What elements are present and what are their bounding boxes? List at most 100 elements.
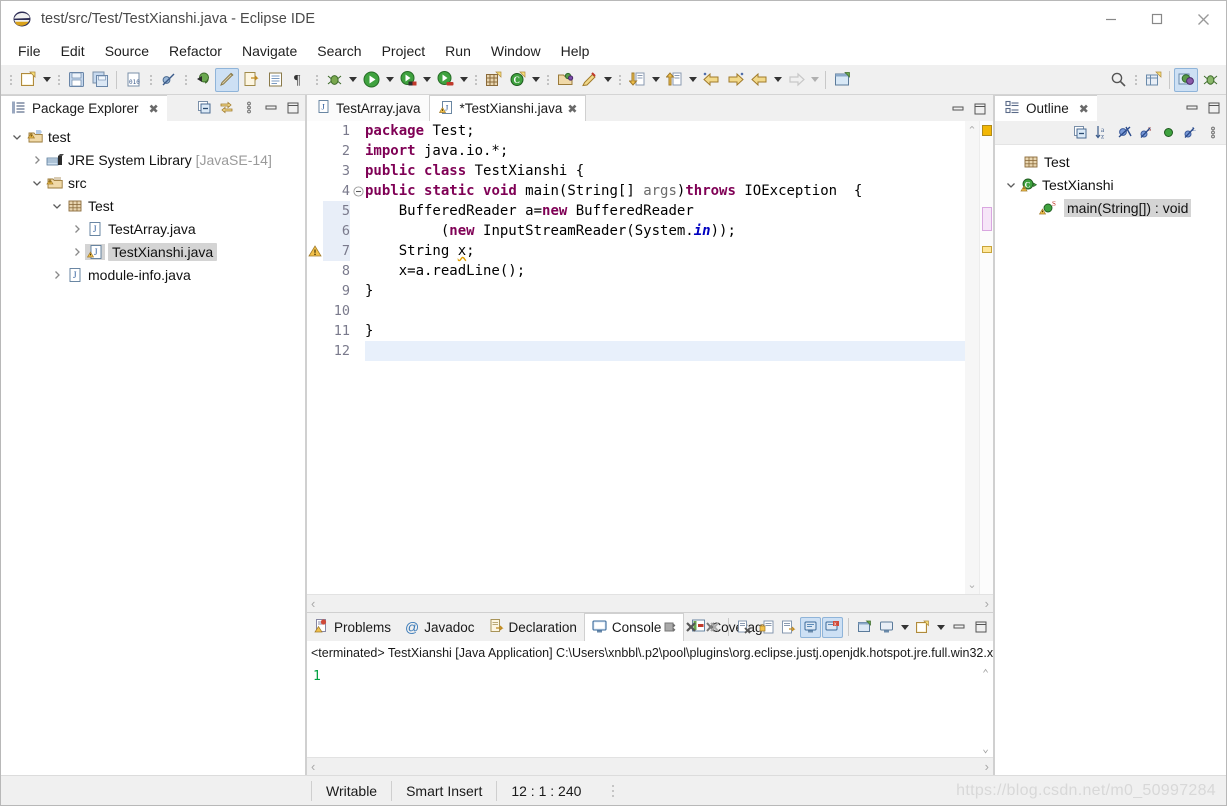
close-icon[interactable]: ✖ xyxy=(1079,102,1089,116)
debug-dropdown-arrow[interactable] xyxy=(346,68,359,92)
overview-task-marker[interactable] xyxy=(982,246,992,253)
quick-fix-dropdown-arrow[interactable] xyxy=(601,68,614,92)
menu-refactor[interactable]: Refactor xyxy=(160,40,231,62)
terminate-icon[interactable] xyxy=(658,617,679,638)
last-edit-location-icon[interactable] xyxy=(747,68,771,92)
minimize-icon[interactable] xyxy=(260,97,281,118)
forward-history-icon[interactable] xyxy=(784,68,808,92)
maximize-icon[interactable] xyxy=(1203,97,1224,118)
menu-source[interactable]: Source xyxy=(96,40,158,62)
source-code[interactable]: package Test; import java.io.*; public c… xyxy=(365,121,965,594)
close-icon[interactable]: ✖ xyxy=(567,102,577,116)
hscroll-right-arrow[interactable]: › xyxy=(985,759,989,774)
next-annotation-dropdown-arrow[interactable] xyxy=(686,68,699,92)
menu-navigate[interactable]: Navigate xyxy=(233,40,306,62)
chevron-down-icon[interactable] xyxy=(9,132,25,142)
warning-marker-line-7[interactable] xyxy=(307,241,323,261)
overview-warning-marker[interactable] xyxy=(982,125,992,136)
previous-annotation-icon[interactable] xyxy=(625,68,649,92)
sort-icon[interactable]: az xyxy=(1092,122,1113,143)
menu-run[interactable]: Run xyxy=(436,40,480,62)
maximize-icon[interactable] xyxy=(282,97,303,118)
maximize-icon[interactable] xyxy=(970,617,991,638)
hide-nonpublic-icon[interactable] xyxy=(1158,122,1179,143)
maximize-button[interactable] xyxy=(1134,1,1180,37)
next-annotation-icon[interactable] xyxy=(662,68,686,92)
forward-icon[interactable] xyxy=(723,68,747,92)
new-class-dropdown-arrow[interactable] xyxy=(529,68,542,92)
open-console-dropdown-arrow[interactable] xyxy=(934,615,947,639)
scroll-up-arrow[interactable]: ⌃ xyxy=(967,124,976,137)
editor-text-area[interactable]: 1 2 3 4 5 6 7 8 9 10 11 12 package Test;… xyxy=(307,121,993,594)
word-wrap-icon[interactable] xyxy=(778,617,799,638)
new-dropdown-arrow[interactable] xyxy=(40,68,53,92)
menu-search[interactable]: Search xyxy=(308,40,370,62)
console-vertical-scrollbar[interactable]: ⌃ ⌄ xyxy=(978,665,993,757)
new-window-icon[interactable] xyxy=(830,68,854,92)
fold-marker-line-4[interactable] xyxy=(353,181,365,201)
tree-item-test[interactable]: test xyxy=(1,125,305,148)
menu-window[interactable]: Window xyxy=(482,40,550,62)
java-editor-icon[interactable] xyxy=(215,67,239,92)
view-menu-icon[interactable] xyxy=(238,97,259,118)
tree-item-testxianshi-java[interactable]: J TestXianshi.java xyxy=(1,240,305,263)
menu-project[interactable]: Project xyxy=(373,40,435,62)
forward-history-dropdown-arrow[interactable] xyxy=(808,68,821,92)
last-edit-dropdown-arrow[interactable] xyxy=(771,68,784,92)
hscroll-left-arrow[interactable]: ‹ xyxy=(311,759,315,774)
console-output[interactable]: 1 ⌃ ⌄ xyxy=(307,665,993,757)
open-type-icon[interactable] xyxy=(239,68,263,92)
display-console-icon[interactable] xyxy=(876,617,897,638)
hide-local-types-icon[interactable]: L xyxy=(1180,122,1201,143)
folding-ruler[interactable] xyxy=(353,121,365,594)
minimize-icon[interactable] xyxy=(1181,97,1202,118)
scroll-down-arrow[interactable]: ⌄ xyxy=(982,742,989,755)
open-perspective-icon[interactable] xyxy=(1141,68,1165,92)
quick-fix-icon[interactable] xyxy=(577,68,601,92)
close-button[interactable] xyxy=(1180,1,1226,37)
tab-declaration[interactable]: Declaration xyxy=(482,613,584,641)
open-console-icon[interactable] xyxy=(854,617,875,638)
link-with-editor-icon[interactable] xyxy=(216,97,237,118)
status-bar-drag-handle[interactable] xyxy=(609,781,617,801)
scroll-up-arrow[interactable]: ⌃ xyxy=(982,667,989,680)
run-dropdown-arrow[interactable] xyxy=(383,68,396,92)
tab-outline[interactable]: Outline ✖ xyxy=(995,95,1097,121)
new-wizard-icon[interactable] xyxy=(16,68,40,92)
outline-item-main-method[interactable]: S main(String[]) : void xyxy=(995,196,1226,219)
menu-edit[interactable]: Edit xyxy=(52,40,94,62)
debug-last-icon[interactable] xyxy=(191,68,215,92)
previous-annotation-dropdown-arrow[interactable] xyxy=(649,68,662,92)
new-java-project-icon[interactable] xyxy=(481,68,505,92)
remove-launch-icon[interactable] xyxy=(680,617,701,638)
editor-tab-testarray[interactable]: J TestArray.java xyxy=(307,95,429,121)
tree-item-src[interactable]: src xyxy=(1,171,305,194)
chevron-right-icon[interactable] xyxy=(69,247,85,257)
java-perspective-icon[interactable] xyxy=(1174,67,1198,92)
chevron-right-icon[interactable] xyxy=(29,155,45,165)
marker-ruler[interactable] xyxy=(307,121,323,594)
outline-item-testxianshi[interactable]: C TestXianshi xyxy=(995,173,1226,196)
chevron-right-icon[interactable] xyxy=(49,270,65,280)
outline-item-test[interactable]: Test xyxy=(995,150,1226,173)
display-selected-console-icon[interactable]: x xyxy=(822,616,843,638)
chevron-down-icon[interactable] xyxy=(49,201,65,211)
editor-tab-testxianshi[interactable]: J *TestXianshi.java ✖ xyxy=(428,95,587,121)
minimize-icon[interactable] xyxy=(948,617,969,638)
tab-problems[interactable]: Problems xyxy=(307,613,398,641)
clear-console-icon[interactable] xyxy=(734,617,755,638)
coverage-icon[interactable] xyxy=(396,68,420,92)
hide-static-icon[interactable]: S xyxy=(1136,122,1157,143)
tree-item-test-package[interactable]: Test xyxy=(1,194,305,217)
editor-overview-ruler[interactable] xyxy=(979,121,993,594)
back-icon[interactable] xyxy=(699,68,723,92)
tree-item-jre-system-library[interactable]: JRE System Library [JavaSE-14] xyxy=(1,148,305,171)
save-icon[interactable] xyxy=(64,68,88,92)
open-console-new-icon[interactable] xyxy=(912,617,933,638)
run-icon[interactable] xyxy=(359,68,383,92)
toggle-breakpoint-icon[interactable]: 010 xyxy=(121,68,145,92)
console-horizontal-scrollbar[interactable]: ‹ › xyxy=(307,757,993,775)
chevron-down-icon[interactable] xyxy=(1003,180,1019,190)
menu-help[interactable]: Help xyxy=(552,40,599,62)
pin-console-icon[interactable] xyxy=(800,616,821,638)
